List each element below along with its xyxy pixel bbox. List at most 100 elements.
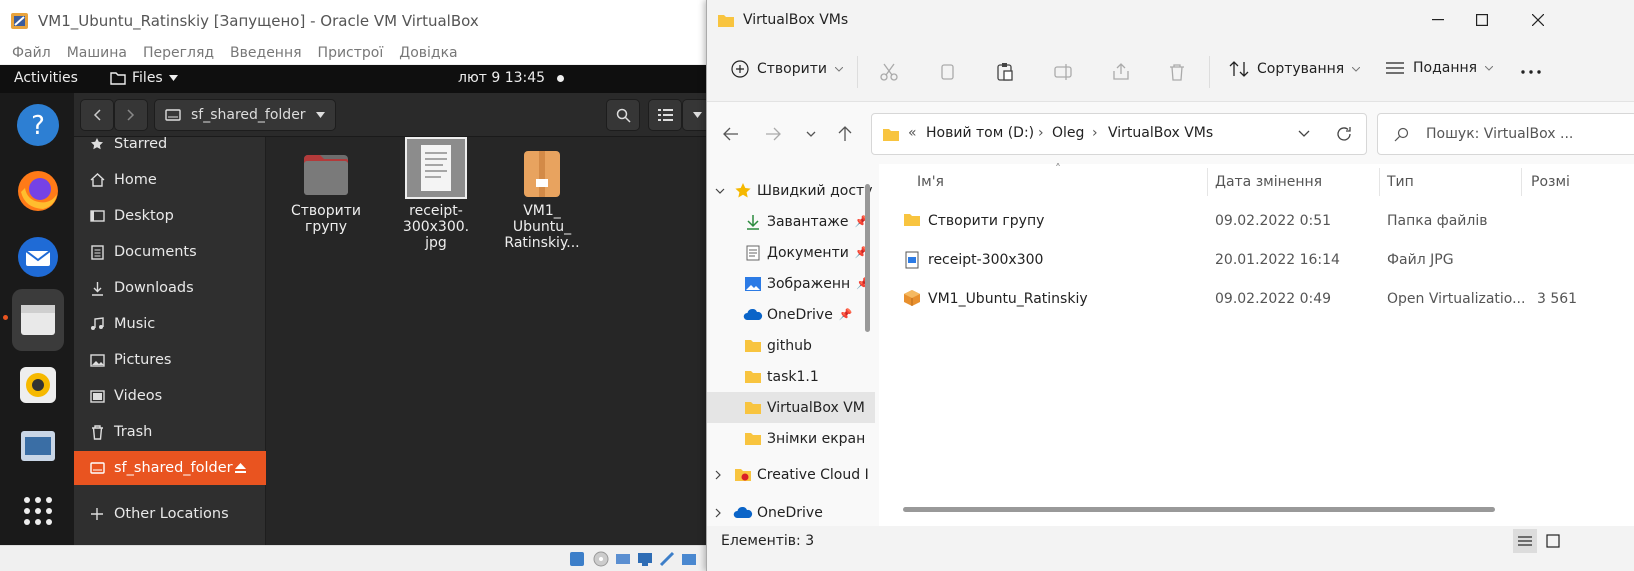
thunderbird-icon[interactable] [12, 231, 64, 283]
share-icon[interactable] [1109, 60, 1133, 84]
sidebar-item-music[interactable]: Music [74, 307, 266, 341]
sidebar-item-pictures[interactable]: Pictures [74, 343, 266, 377]
app-menu[interactable]: Files [110, 70, 178, 86]
menu-machine[interactable]: Машина [67, 45, 127, 61]
eject-icon[interactable] [235, 463, 246, 473]
column-divider[interactable] [1207, 168, 1208, 196]
menu-help[interactable]: Довідка [399, 45, 457, 61]
breadcrumb-overflow[interactable]: « [908, 125, 917, 141]
search-box[interactable]: Пошук: VirtualBox ... [1377, 113, 1634, 155]
menu-devices[interactable]: Пристрої [318, 45, 384, 61]
rename-icon[interactable] [1051, 60, 1075, 84]
minimize-button[interactable] [1415, 6, 1461, 34]
cut-icon[interactable] [877, 60, 901, 84]
menu-file[interactable]: Файл [12, 45, 51, 61]
guest-screen[interactable]: Activities Files лют 9 13:45 ? sf_shared… [0, 65, 740, 545]
activities-button[interactable]: Activities [14, 70, 78, 86]
sidebar-item-trash[interactable]: Trash [74, 415, 266, 449]
tree-item-onedrive[interactable]: OneDrive [707, 497, 875, 526]
chevron-right-icon[interactable] [715, 508, 733, 518]
sidebar-item-label: Home [114, 172, 157, 188]
shared-folders-icon[interactable] [680, 550, 698, 568]
tree-item-github[interactable]: github [707, 330, 875, 361]
chevron-right-icon[interactable] [715, 470, 733, 480]
tree-item-label: Зображенн [767, 275, 851, 292]
chevron-down-icon[interactable] [715, 188, 733, 194]
tree-item-creative-cloud[interactable]: Creative Cloud I [707, 459, 875, 490]
back-arrow-icon[interactable] [719, 122, 743, 146]
usb-icon[interactable] [658, 550, 676, 568]
sidebar-item-sf-shared-folder[interactable]: sf_shared_folder [74, 451, 266, 485]
file-name: VM1_Ubuntu_Ratinskiy [928, 291, 1088, 307]
virtualbox-title-bar[interactable]: VM1_Ubuntu_Ratinskiy [Запущено] - Oracle… [0, 0, 739, 42]
tree-item-screenshots[interactable]: Знімки екран [707, 423, 875, 454]
file-row[interactable]: VM1_Ubuntu_Ratinskiy 09.02.2022 0:49 Ope… [879, 280, 1634, 319]
navigation-scrollbar[interactable] [865, 184, 870, 332]
tree-item-onedrive-quick[interactable]: OneDrive 📌 [707, 299, 875, 330]
files-icon[interactable] [12, 289, 64, 351]
paste-icon[interactable] [993, 60, 1017, 84]
software-center-icon[interactable] [12, 419, 64, 471]
breadcrumb-item-drive[interactable]: Новий том (D:) [926, 125, 1034, 141]
tree-item-pictures[interactable]: Зображенн 📌 [707, 268, 875, 299]
help-icon[interactable]: ? [12, 99, 64, 151]
view-list-button[interactable] [648, 99, 682, 131]
refresh-icon[interactable] [1336, 126, 1352, 142]
breadcrumb-item-oleg[interactable]: Oleg [1052, 125, 1084, 141]
tree-item-task[interactable]: task1.1 [707, 361, 875, 392]
forward-arrow-icon[interactable] [761, 122, 785, 146]
audio-icon[interactable] [614, 550, 632, 568]
tree-item-downloads[interactable]: Завантаже 📌 [707, 206, 875, 237]
recent-locations-icon[interactable] [799, 122, 823, 146]
sidebar-item-videos[interactable]: Videos [74, 379, 266, 413]
sort-button[interactable]: Сортування [1229, 60, 1361, 78]
tiles-view-icon[interactable] [1541, 529, 1565, 553]
column-header-size[interactable]: Розмі [1531, 174, 1570, 190]
column-header-type[interactable]: Тип [1387, 174, 1414, 190]
tree-item-documents[interactable]: Документи 📌 [707, 237, 875, 268]
file-tile-ova[interactable]: VM1_ Ubuntu_ Ratinskiy... [494, 149, 590, 251]
clock[interactable]: лют 9 13:45 [458, 70, 565, 86]
file-row[interactable]: Створити групу 09.02.2022 0:51 Папка фай… [879, 202, 1634, 241]
sidebar-item-documents[interactable]: Documents [74, 235, 266, 269]
address-bar[interactable]: « Новий том (D:) › Oleg › VirtualBox VMs [871, 113, 1367, 155]
show-apps-icon[interactable] [12, 485, 64, 537]
close-button[interactable] [1515, 6, 1561, 34]
tree-item-quick-access[interactable]: Швидкий досту [707, 175, 875, 206]
breadcrumb-item-current[interactable]: VirtualBox VMs [1108, 125, 1213, 141]
menu-input[interactable]: Введення [230, 45, 302, 61]
sidebar-item-starred[interactable]: Starred [74, 127, 266, 161]
column-header-name[interactable]: Ім'я [917, 174, 944, 190]
sidebar-item-downloads[interactable]: Downloads [74, 271, 266, 305]
details-view-icon[interactable] [1513, 529, 1537, 553]
sidebar-item-desktop[interactable]: Desktop [74, 199, 266, 233]
maximize-button[interactable] [1459, 6, 1505, 34]
delete-icon[interactable] [1165, 60, 1189, 84]
chevron-down-icon[interactable] [1298, 130, 1310, 137]
explorer-title-bar[interactable]: VirtualBox VMs [707, 0, 1634, 40]
sidebar-item-home[interactable]: Home [74, 163, 266, 197]
menu-view[interactable]: Перегляд [143, 45, 214, 61]
tree-item-virtualbox-vms[interactable]: VirtualBox VM [707, 392, 875, 423]
more-options-icon[interactable] [1519, 60, 1543, 84]
file-list-scrollbar[interactable] [903, 507, 1495, 512]
network-icon[interactable] [636, 550, 654, 568]
sidebar-item-other-locations[interactable]: Other Locations [74, 497, 266, 531]
optical-drive-icon[interactable] [592, 550, 610, 568]
file-tile-folder[interactable]: Створити групу [278, 149, 374, 235]
file-row[interactable]: receipt-300x300 20.01.2022 16:14 Файл JP… [879, 241, 1634, 280]
create-new-button[interactable]: Створити [731, 60, 843, 78]
column-divider[interactable] [1521, 168, 1522, 196]
storage-icon[interactable] [568, 550, 586, 568]
column-divider[interactable] [1379, 168, 1380, 196]
firefox-icon[interactable] [12, 165, 64, 217]
view-button[interactable]: Подання [1385, 60, 1494, 76]
explorer-status-bar: Елементів: 3 [707, 526, 1634, 571]
file-tile-receipt[interactable]: receipt- 300x300. jpg [388, 137, 484, 251]
rhythmbox-icon[interactable] [12, 359, 64, 411]
copy-icon[interactable] [935, 60, 959, 84]
file-tile-name-line: 300x300. [402, 219, 470, 235]
up-arrow-icon[interactable] [833, 122, 857, 146]
search-button[interactable] [606, 99, 640, 131]
column-header-date[interactable]: Дата змінення [1215, 174, 1322, 190]
